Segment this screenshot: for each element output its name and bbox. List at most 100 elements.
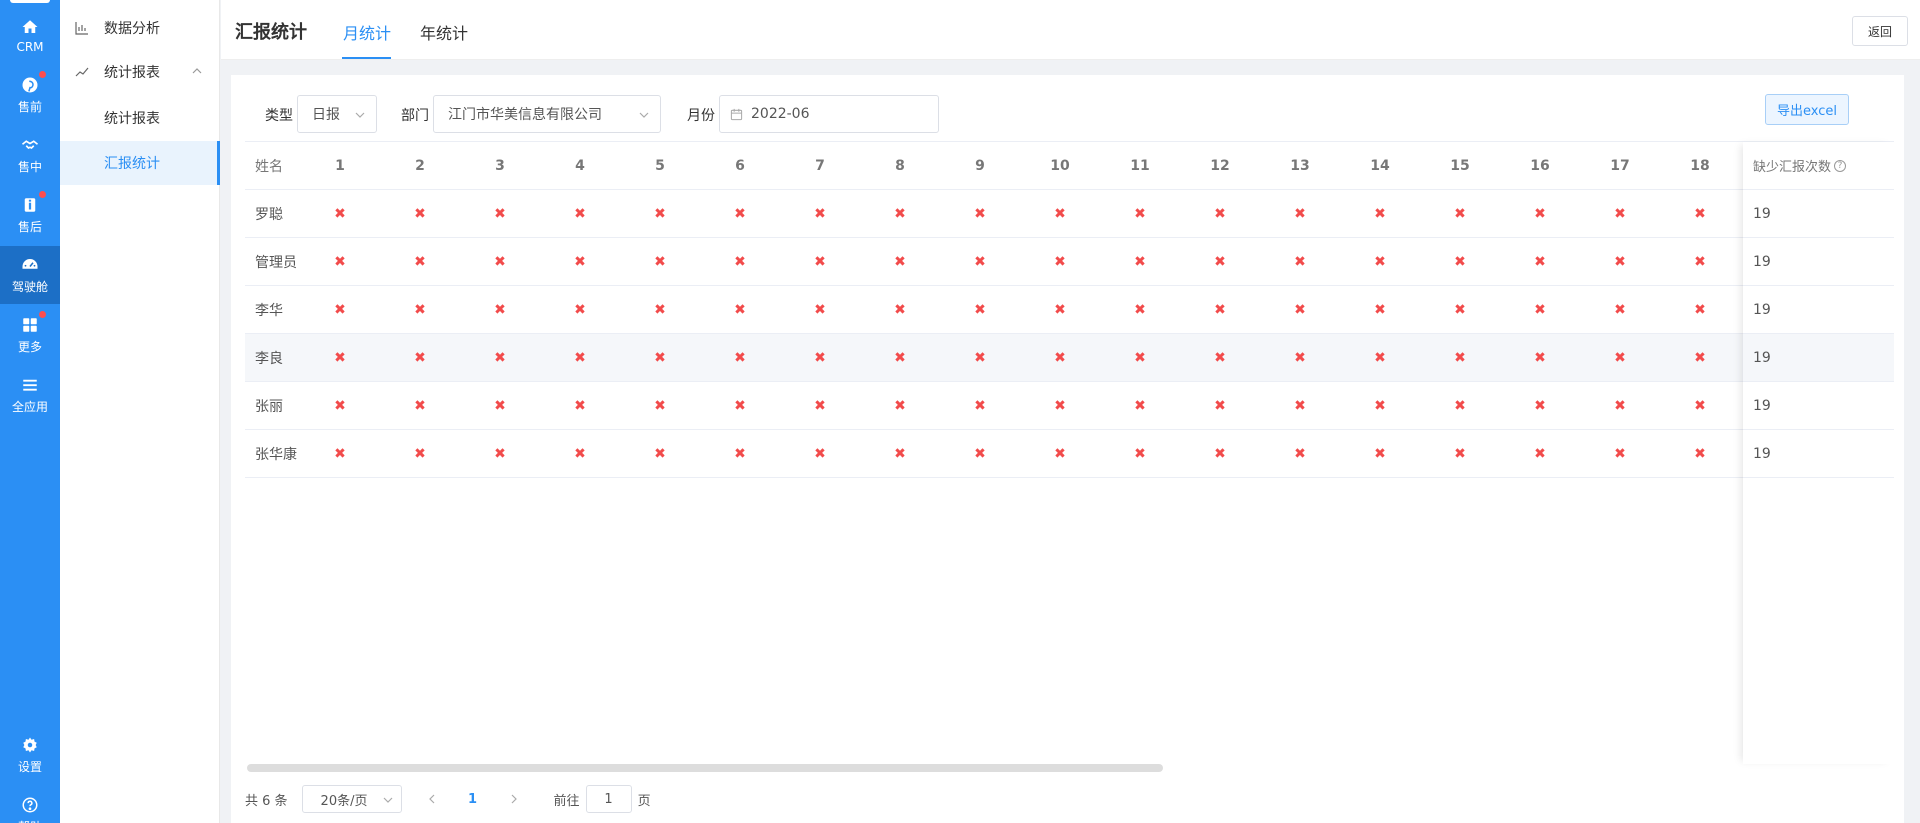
- table-row[interactable]: 李华 ✖ ✖ ✖ ✖ ✖ ✖ ✖ ✖ ✖ ✖ ✖ ✖ ✖ ✖ ✖ ✖ ✖ ✖: [245, 286, 1894, 334]
- rail-item-crm[interactable]: CRM: [0, 6, 60, 64]
- table-row[interactable]: 张华康 ✖ ✖ ✖ ✖ ✖ ✖ ✖ ✖ ✖ ✖ ✖ ✖ ✖ ✖ ✖ ✖ ✖ ✖: [245, 430, 1894, 478]
- cell-name: 李良: [255, 351, 283, 367]
- subnav-item-stat-report[interactable]: 统计报表: [60, 96, 220, 140]
- next-page-button[interactable]: [500, 785, 528, 813]
- tab-monthly[interactable]: 月统计: [343, 20, 391, 44]
- question-circle-icon[interactable]: ?: [1834, 159, 1847, 172]
- dept-select[interactable]: 江门市华美信息有限公司: [433, 95, 661, 133]
- missing-report-mark: ✖: [814, 254, 826, 270]
- export-excel-button[interactable]: 导出excel: [1765, 94, 1849, 125]
- cell-name: 管理员: [255, 255, 297, 271]
- scrollbar-thumb[interactable]: [247, 764, 1163, 772]
- missing-report-mark: ✖: [414, 446, 426, 462]
- header-day: 4: [575, 158, 585, 174]
- header-day: 16: [1530, 158, 1550, 174]
- table-row[interactable]: 张丽 ✖ ✖ ✖ ✖ ✖ ✖ ✖ ✖ ✖ ✖ ✖ ✖ ✖ ✖ ✖ ✖ ✖ ✖: [245, 382, 1894, 430]
- missing-report-mark: ✖: [1054, 302, 1066, 318]
- table-row[interactable]: 罗聪 ✖ ✖ ✖ ✖ ✖ ✖ ✖ ✖ ✖ ✖ ✖ ✖ ✖ ✖ ✖ ✖ ✖ ✖: [245, 190, 1894, 238]
- missing-report-mark: ✖: [654, 398, 666, 414]
- missing-report-mark: ✖: [334, 350, 346, 366]
- missing-report-mark: ✖: [494, 302, 506, 318]
- missing-report-mark: ✖: [1054, 398, 1066, 414]
- month-picker[interactable]: 2022-06: [719, 95, 939, 133]
- missing-report-mark: ✖: [1134, 350, 1146, 366]
- chevron-left-icon: [428, 794, 434, 804]
- rail-label: 售后: [17, 220, 42, 234]
- missing-report-mark: ✖: [1454, 446, 1466, 462]
- goto-page-input[interactable]: [585, 785, 632, 813]
- subnav-label: 统计报表: [104, 65, 160, 81]
- rail-item-presale[interactable]: 售前: [0, 66, 60, 124]
- rail-item-more[interactable]: 更多: [0, 306, 60, 364]
- home-icon: [20, 17, 40, 37]
- type-select[interactable]: 日报: [297, 95, 377, 133]
- missing-report-mark: ✖: [654, 206, 666, 222]
- rail-item-aftersale[interactable]: 售后: [0, 186, 60, 244]
- subnav-label: 统计报表: [104, 111, 160, 127]
- gear-icon: [20, 735, 40, 755]
- page-number-current[interactable]: 1: [458, 785, 488, 813]
- missing-report-mark: ✖: [1694, 254, 1706, 270]
- help-icon: [20, 795, 40, 815]
- rail-item-cockpit[interactable]: 驾驶舱: [0, 246, 60, 304]
- missing-report-mark: ✖: [1694, 446, 1706, 462]
- missing-report-mark: ✖: [414, 350, 426, 366]
- header-name: 姓名: [255, 159, 283, 175]
- prev-page-button[interactable]: [418, 785, 446, 813]
- subnav-group-stat-report[interactable]: 统计报表: [60, 50, 220, 94]
- missing-report-mark: ✖: [814, 302, 826, 318]
- table-row[interactable]: 管理员 ✖ ✖ ✖ ✖ ✖ ✖ ✖ ✖ ✖ ✖ ✖ ✖ ✖ ✖ ✖ ✖ ✖ ✖: [245, 238, 1894, 286]
- cell-missing-count: 19: [1743, 430, 1894, 478]
- handshake-icon: [20, 135, 40, 155]
- missing-report-mark: ✖: [1374, 398, 1386, 414]
- missing-report-mark: ✖: [814, 206, 826, 222]
- horizontal-scrollbar[interactable]: [247, 764, 1896, 772]
- missing-report-mark: ✖: [734, 302, 746, 318]
- missing-report-mark: ✖: [1534, 302, 1546, 318]
- missing-report-mark: ✖: [814, 446, 826, 462]
- missing-report-mark: ✖: [1134, 398, 1146, 414]
- missing-report-mark: ✖: [1694, 398, 1706, 414]
- missing-report-mark: ✖: [654, 254, 666, 270]
- subnav-item-data-analysis[interactable]: 数据分析: [60, 6, 220, 50]
- rail-item-settings[interactable]: 设置: [0, 726, 60, 784]
- missing-report-mark: ✖: [334, 254, 346, 270]
- missing-report-mark: ✖: [814, 398, 826, 414]
- missing-report-mark: ✖: [1374, 350, 1386, 366]
- type-select-value: 日报: [312, 107, 340, 123]
- missing-report-mark: ✖: [414, 206, 426, 222]
- subnav-label: 汇报统计: [104, 156, 160, 172]
- missing-report-mark: ✖: [1294, 446, 1306, 462]
- pinterest-icon: [20, 71, 46, 95]
- missing-report-mark: ✖: [574, 446, 586, 462]
- month-label: 月份: [687, 108, 715, 124]
- missing-report-mark: ✖: [894, 398, 906, 414]
- missing-report-mark: ✖: [1134, 446, 1146, 462]
- header-day: 12: [1210, 158, 1230, 174]
- page-size-value: 20条/页: [320, 793, 368, 809]
- page-header: 汇报统计 月统计 年统计 返回: [221, 0, 1920, 60]
- dept-label: 部门: [401, 108, 429, 124]
- header-day: 5: [655, 158, 665, 174]
- rail-item-help[interactable]: 帮助: [0, 786, 60, 823]
- back-button[interactable]: 返回: [1852, 16, 1908, 46]
- tab-yearly[interactable]: 年统计: [420, 20, 468, 44]
- notification-dot: [39, 311, 46, 318]
- header-day: 2: [415, 158, 425, 174]
- page-size-select[interactable]: 20条/页: [301, 785, 402, 813]
- total-count: 共 6 条: [245, 793, 288, 809]
- subnav-item-summary-stat[interactable]: 汇报统计: [60, 141, 220, 185]
- rail-item-all-apps[interactable]: 全应用: [0, 366, 60, 424]
- missing-report-mark: ✖: [1454, 350, 1466, 366]
- missing-report-mark: ✖: [1614, 302, 1626, 318]
- missing-report-mark: ✖: [974, 350, 986, 366]
- missing-report-mark: ✖: [414, 254, 426, 270]
- header-day: 18: [1690, 158, 1710, 174]
- rail-item-insale[interactable]: 售中: [0, 126, 60, 184]
- table-row[interactable]: 李良 ✖ ✖ ✖ ✖ ✖ ✖ ✖ ✖ ✖ ✖ ✖ ✖ ✖ ✖ ✖ ✖ ✖ ✖: [245, 334, 1894, 382]
- missing-report-mark: ✖: [1454, 254, 1466, 270]
- cell-name: 张丽: [255, 399, 283, 415]
- missing-report-mark: ✖: [974, 254, 986, 270]
- missing-report-mark: ✖: [974, 302, 986, 318]
- missing-report-mark: ✖: [1374, 446, 1386, 462]
